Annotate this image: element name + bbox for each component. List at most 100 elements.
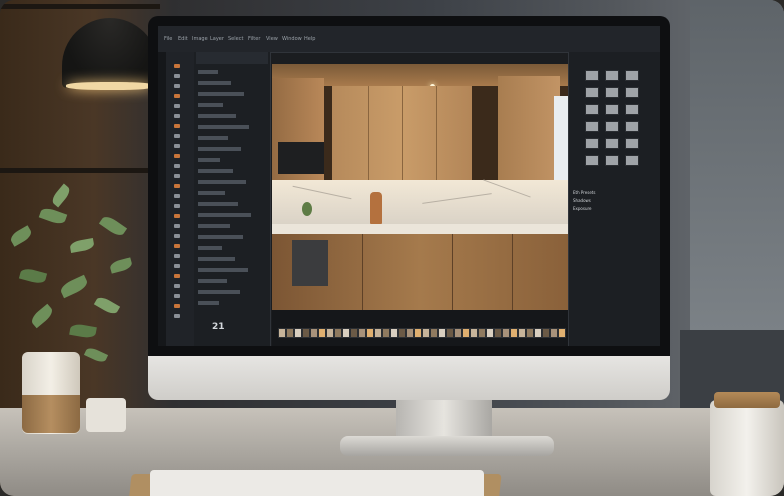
layer-row[interactable] [198, 125, 249, 129]
layer-row[interactable] [198, 158, 220, 162]
filmstrip-thumb[interactable] [470, 328, 478, 338]
preset-thumb[interactable] [605, 87, 619, 98]
menu-filter[interactable]: Filter [248, 36, 260, 42]
preset-thumb[interactable] [585, 70, 599, 81]
layer-row[interactable] [198, 169, 233, 173]
layer-row[interactable] [198, 268, 248, 272]
tool-icon[interactable] [174, 254, 180, 258]
preset-thumb[interactable] [605, 138, 619, 149]
tool-icon[interactable] [174, 184, 180, 188]
layer-row[interactable] [198, 224, 230, 228]
menu-select[interactable]: Select [228, 36, 243, 42]
preset-thumb[interactable] [585, 104, 599, 115]
tool-icon[interactable] [174, 134, 180, 138]
filmstrip-thumb[interactable] [550, 328, 558, 338]
preset-thumb[interactable] [585, 155, 599, 166]
menu-view[interactable]: View [266, 36, 278, 42]
tool-icon[interactable] [174, 94, 180, 98]
preset-thumb[interactable] [625, 104, 639, 115]
layer-row[interactable] [198, 180, 246, 184]
menu-file[interactable]: File [164, 36, 172, 42]
layer-row[interactable] [198, 279, 227, 283]
preset-thumb[interactable] [585, 121, 599, 132]
preset-thumb[interactable] [625, 70, 639, 81]
preset-thumb[interactable] [625, 138, 639, 149]
filmstrip-thumb[interactable] [486, 328, 494, 338]
layer-row[interactable] [198, 136, 228, 140]
layer-row[interactable] [198, 114, 236, 118]
tool-icon[interactable] [174, 204, 180, 208]
filmstrip-thumb[interactable] [526, 328, 534, 338]
tool-icon[interactable] [174, 214, 180, 218]
tool-icon[interactable] [174, 194, 180, 198]
filmstrip-thumb[interactable] [494, 328, 502, 338]
filmstrip-thumb[interactable] [414, 328, 422, 338]
tool-icon[interactable] [174, 84, 180, 88]
preset-thumb[interactable] [605, 155, 619, 166]
preset-thumb[interactable] [605, 121, 619, 132]
filmstrip-thumb[interactable] [342, 328, 350, 338]
tool-icon[interactable] [174, 154, 180, 158]
filmstrip-thumb[interactable] [518, 328, 526, 338]
filmstrip-thumb[interactable] [438, 328, 446, 338]
tool-icon[interactable] [174, 274, 180, 278]
layer-row[interactable] [198, 147, 241, 151]
filmstrip-thumb[interactable] [406, 328, 414, 338]
filmstrip-thumb[interactable] [366, 328, 374, 338]
menu-edit[interactable]: Edit [178, 36, 188, 42]
tool-icon[interactable] [174, 74, 180, 78]
tool-icon[interactable] [174, 304, 180, 308]
preset-thumb[interactable] [625, 121, 639, 132]
filmstrip-thumb[interactable] [478, 328, 486, 338]
filmstrip-thumb[interactable] [542, 328, 550, 338]
layer-row[interactable] [198, 202, 238, 206]
filmstrip-thumb[interactable] [390, 328, 398, 338]
layer-row[interactable] [198, 290, 240, 294]
filmstrip-thumb[interactable] [422, 328, 430, 338]
filmstrip-thumb[interactable] [302, 328, 310, 338]
filmstrip-thumb[interactable] [310, 328, 318, 338]
menu-help[interactable]: Help [304, 36, 315, 42]
tool-icon[interactable] [174, 104, 180, 108]
filmstrip-thumb[interactable] [294, 328, 302, 338]
layer-row[interactable] [198, 301, 219, 305]
filmstrip-thumb[interactable] [374, 328, 382, 338]
layer-row[interactable] [198, 70, 218, 74]
preset-thumb[interactable] [585, 87, 599, 98]
layer-row[interactable] [198, 257, 235, 261]
filmstrip-thumb[interactable] [350, 328, 358, 338]
tool-icon[interactable] [174, 294, 180, 298]
layer-row[interactable] [198, 213, 251, 217]
filmstrip-thumb[interactable] [430, 328, 438, 338]
tool-icon[interactable] [174, 314, 180, 318]
filmstrip-thumb[interactable] [558, 328, 566, 338]
filmstrip-thumb[interactable] [326, 328, 334, 338]
filmstrip-thumb[interactable] [462, 328, 470, 338]
preset-thumb[interactable] [625, 87, 639, 98]
tool-icon[interactable] [174, 284, 180, 288]
filmstrip-thumb[interactable] [382, 328, 390, 338]
preset-thumb[interactable] [585, 138, 599, 149]
filmstrip-thumb[interactable] [446, 328, 454, 338]
filmstrip-thumb[interactable] [502, 328, 510, 338]
menu-layer[interactable]: Layer [210, 36, 224, 42]
tool-icon[interactable] [174, 174, 180, 178]
preset-thumb[interactable] [605, 104, 619, 115]
menu-window[interactable]: Window [282, 36, 302, 42]
menu-image[interactable]: Image [192, 36, 208, 42]
filmstrip-thumb[interactable] [286, 328, 294, 338]
layer-row[interactable] [198, 81, 231, 85]
layer-row[interactable] [198, 246, 222, 250]
tool-icon[interactable] [174, 114, 180, 118]
filmstrip-thumb[interactable] [454, 328, 462, 338]
layer-row[interactable] [198, 92, 244, 96]
tool-icon[interactable] [174, 244, 180, 248]
filmstrip-thumb[interactable] [334, 328, 342, 338]
filmstrip-thumb[interactable] [398, 328, 406, 338]
filmstrip-thumb[interactable] [510, 328, 518, 338]
layer-row[interactable] [198, 191, 225, 195]
filmstrip-thumb[interactable] [278, 328, 286, 338]
filmstrip-thumb[interactable] [534, 328, 542, 338]
preset-thumb[interactable] [625, 155, 639, 166]
tool-icon[interactable] [174, 164, 180, 168]
